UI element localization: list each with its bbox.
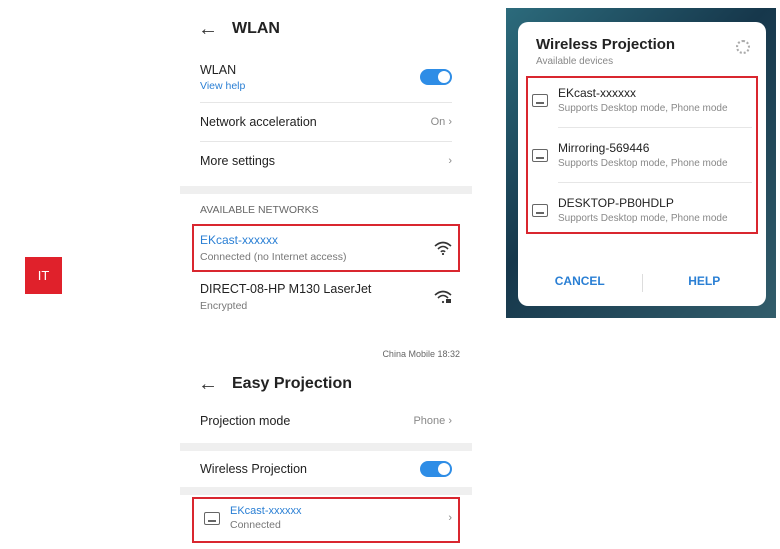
back-arrow-icon[interactable]: ← xyxy=(198,374,218,394)
help-button[interactable]: HELP xyxy=(643,274,767,292)
network-acceleration-label: Network acceleration xyxy=(200,115,317,129)
wlan-toggle-row: WLAN View help xyxy=(180,52,472,102)
wifi-lock-icon xyxy=(434,290,452,304)
wireless-projection-switch[interactable] xyxy=(420,461,452,477)
chevron-right-icon: › xyxy=(448,155,452,167)
dialog-buttons: CANCEL HELP xyxy=(518,274,766,292)
wireless-projection-label: Wireless Projection xyxy=(200,462,307,476)
projection-dialog-screenshot: Wireless Projection Available devices EK… xyxy=(506,8,776,318)
chevron-right-icon: › xyxy=(448,415,452,427)
dialog-title: Wireless Projection xyxy=(536,36,676,53)
highlight-box xyxy=(192,224,460,272)
page-title: WLAN xyxy=(232,20,280,37)
highlight-box xyxy=(192,497,460,543)
section-gap xyxy=(180,443,472,451)
projection-mode-label: Projection mode xyxy=(200,414,291,428)
chevron-right-icon: › xyxy=(448,116,452,128)
wireless-projection-dialog: Wireless Projection Available devices EK… xyxy=(518,22,766,306)
wlan-screen: ← WLAN WLAN View help Network accelerati… xyxy=(180,6,472,328)
highlight-box xyxy=(526,76,758,234)
device-list: EKcast-xxxxxx Supports Desktop mode, Pho… xyxy=(518,73,766,237)
wlan-header: ← WLAN xyxy=(180,6,472,52)
network-row-direct[interactable]: DIRECT-08-HP M130 LaserJet Encrypted xyxy=(180,274,472,320)
page-title: Easy Projection xyxy=(232,375,353,392)
network-status: Encrypted xyxy=(200,300,248,312)
status-bar: China Mobile 18:32 xyxy=(382,349,460,359)
network-name: DIRECT-08-HP M130 LaserJet xyxy=(200,282,372,296)
projection-mode-value: Phone xyxy=(413,415,446,427)
wlan-switch[interactable] xyxy=(420,69,452,85)
monitor-icon xyxy=(532,148,548,162)
back-arrow-icon[interactable]: ← xyxy=(198,19,218,39)
section-gap xyxy=(180,186,472,194)
network-acceleration-row[interactable]: Network acceleration On › xyxy=(180,103,472,141)
view-help-link[interactable]: View help xyxy=(200,80,245,92)
language-tab-label: IT xyxy=(37,268,50,283)
easy-projection-screen: China Mobile 18:32 ← Easy Projection Pro… xyxy=(180,343,472,549)
wlan-toggle-label: WLAN xyxy=(200,62,237,77)
network-acceleration-value: On xyxy=(430,116,446,128)
available-networks-header: AVAILABLE NETWORKS xyxy=(200,204,319,216)
wireless-projection-row: Wireless Projection xyxy=(180,451,472,487)
projection-header: ← Easy Projection xyxy=(180,365,472,403)
cancel-button[interactable]: CANCEL xyxy=(518,274,642,292)
more-settings-label: More settings xyxy=(200,154,276,168)
device-item-ekcast[interactable]: EKcast-xxxxxx Supports Desktop mode, Pho… xyxy=(518,73,766,234)
monitor-icon xyxy=(532,203,548,217)
section-gap xyxy=(180,487,472,495)
more-settings-row[interactable]: More settings › xyxy=(180,142,472,180)
loading-spinner-icon xyxy=(736,40,750,54)
language-tab[interactable]: IT xyxy=(25,257,62,294)
projection-mode-row[interactable]: Projection mode Phone › xyxy=(180,403,472,439)
connected-device-row[interactable]: EKcast-xxxxxx Connected › xyxy=(180,497,472,543)
dialog-subtitle: Available devices xyxy=(536,56,614,67)
network-row-ekcast[interactable]: EKcast-xxxxxx Connected (no Internet acc… xyxy=(180,224,472,272)
